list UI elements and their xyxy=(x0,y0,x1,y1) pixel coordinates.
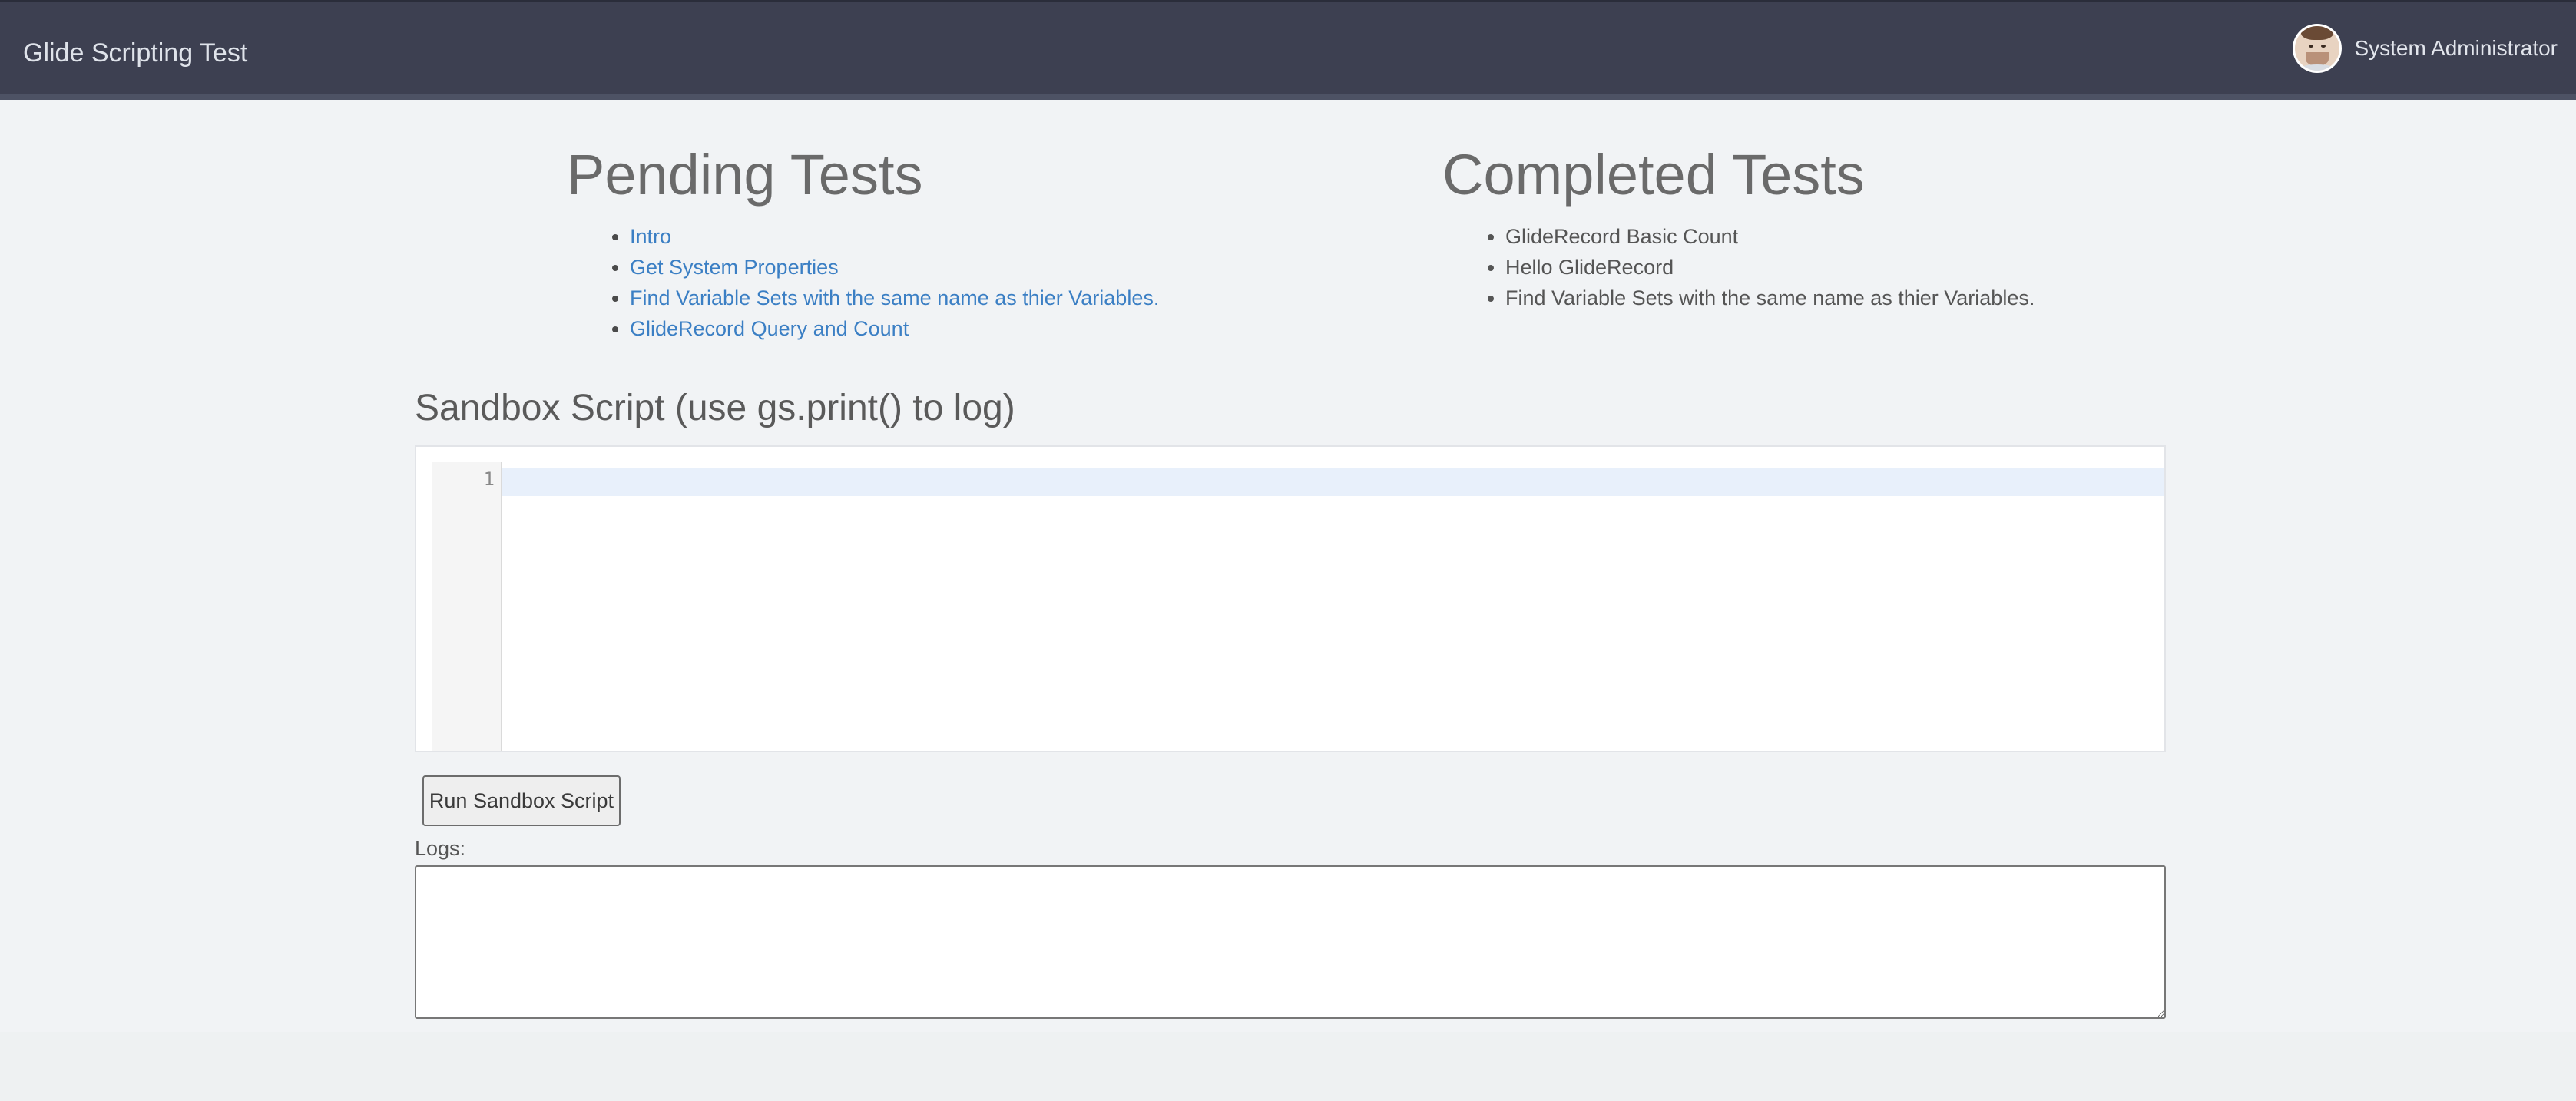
code-editor[interactable]: 1 xyxy=(415,445,2166,752)
pending-tests-heading: Pending Tests xyxy=(567,143,923,207)
list-item: Intro xyxy=(630,221,1159,252)
top-header: Glide Scripting Test System Administrato… xyxy=(0,0,2576,100)
line-number: 1 xyxy=(483,468,495,490)
list-item: Find Variable Sets with the same name as… xyxy=(630,283,1159,313)
list-item: Get System Properties xyxy=(630,252,1159,283)
list-item: Hello GlideRecord xyxy=(1505,252,2035,283)
footer-band xyxy=(0,1032,2576,1101)
list-item: Find Variable Sets with the same name as… xyxy=(1505,283,2035,313)
completed-tests-heading: Completed Tests xyxy=(1442,143,1865,207)
pending-test-link-intro[interactable]: Intro xyxy=(630,225,671,248)
completed-tests-list: GlideRecord Basic Count Hello GlideRecor… xyxy=(1442,221,2035,313)
line-number-gutter: 1 xyxy=(432,462,502,751)
pending-test-link-variable-sets[interactable]: Find Variable Sets with the same name as… xyxy=(630,286,1159,309)
user-avatar-icon[interactable] xyxy=(2293,24,2343,73)
user-name[interactable]: System Administrator xyxy=(2354,36,2558,61)
user-menu[interactable]: System Administrator xyxy=(2293,22,2558,74)
pending-tests-list: Intro Get System Properties Find Variabl… xyxy=(567,221,1159,344)
pending-test-link-system-properties[interactable]: Get System Properties xyxy=(630,256,839,279)
run-sandbox-script-button[interactable]: Run Sandbox Script xyxy=(422,775,621,826)
pending-test-link-query-count[interactable]: GlideRecord Query and Count xyxy=(630,317,909,340)
list-item: GlideRecord Basic Count xyxy=(1505,221,2035,252)
logs-textarea[interactable] xyxy=(415,865,2166,1019)
active-code-line[interactable] xyxy=(502,468,2164,496)
logs-label: Logs: xyxy=(415,837,466,860)
sandbox-heading: Sandbox Script (use gs.print() to log) xyxy=(415,388,1015,428)
app-title: Glide Scripting Test xyxy=(23,38,248,68)
list-item: GlideRecord Query and Count xyxy=(630,313,1159,344)
